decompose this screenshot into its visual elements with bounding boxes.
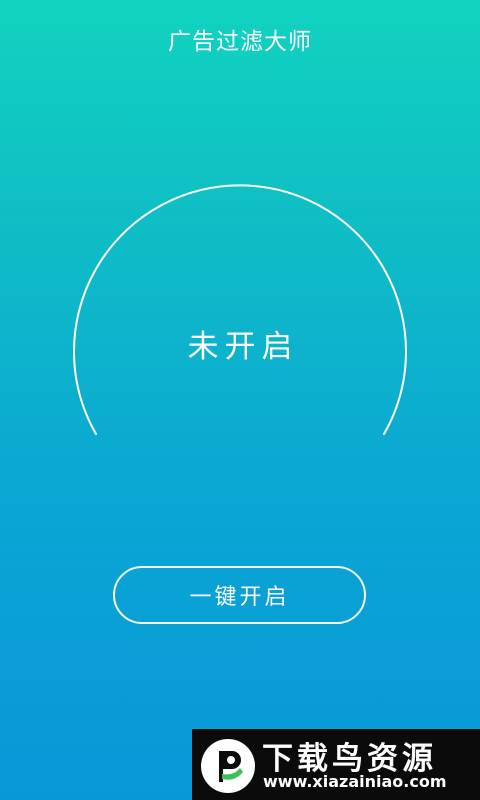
one-key-enable-button[interactable]: 一键开启 [113, 566, 366, 624]
watermark-url: www.xiazainiao.com [263, 772, 447, 791]
bird-logo-icon [201, 739, 255, 793]
one-key-enable-label: 一键开启 [189, 585, 290, 610]
status-ring-arc [73, 184, 407, 435]
app-screen: 广告过滤大师 未开启 一键开启 下载鸟资源 www.xiazainiao.com [0, 0, 480, 800]
status-text: 未开启 [187, 329, 299, 365]
status-ring [73, 184, 407, 435]
